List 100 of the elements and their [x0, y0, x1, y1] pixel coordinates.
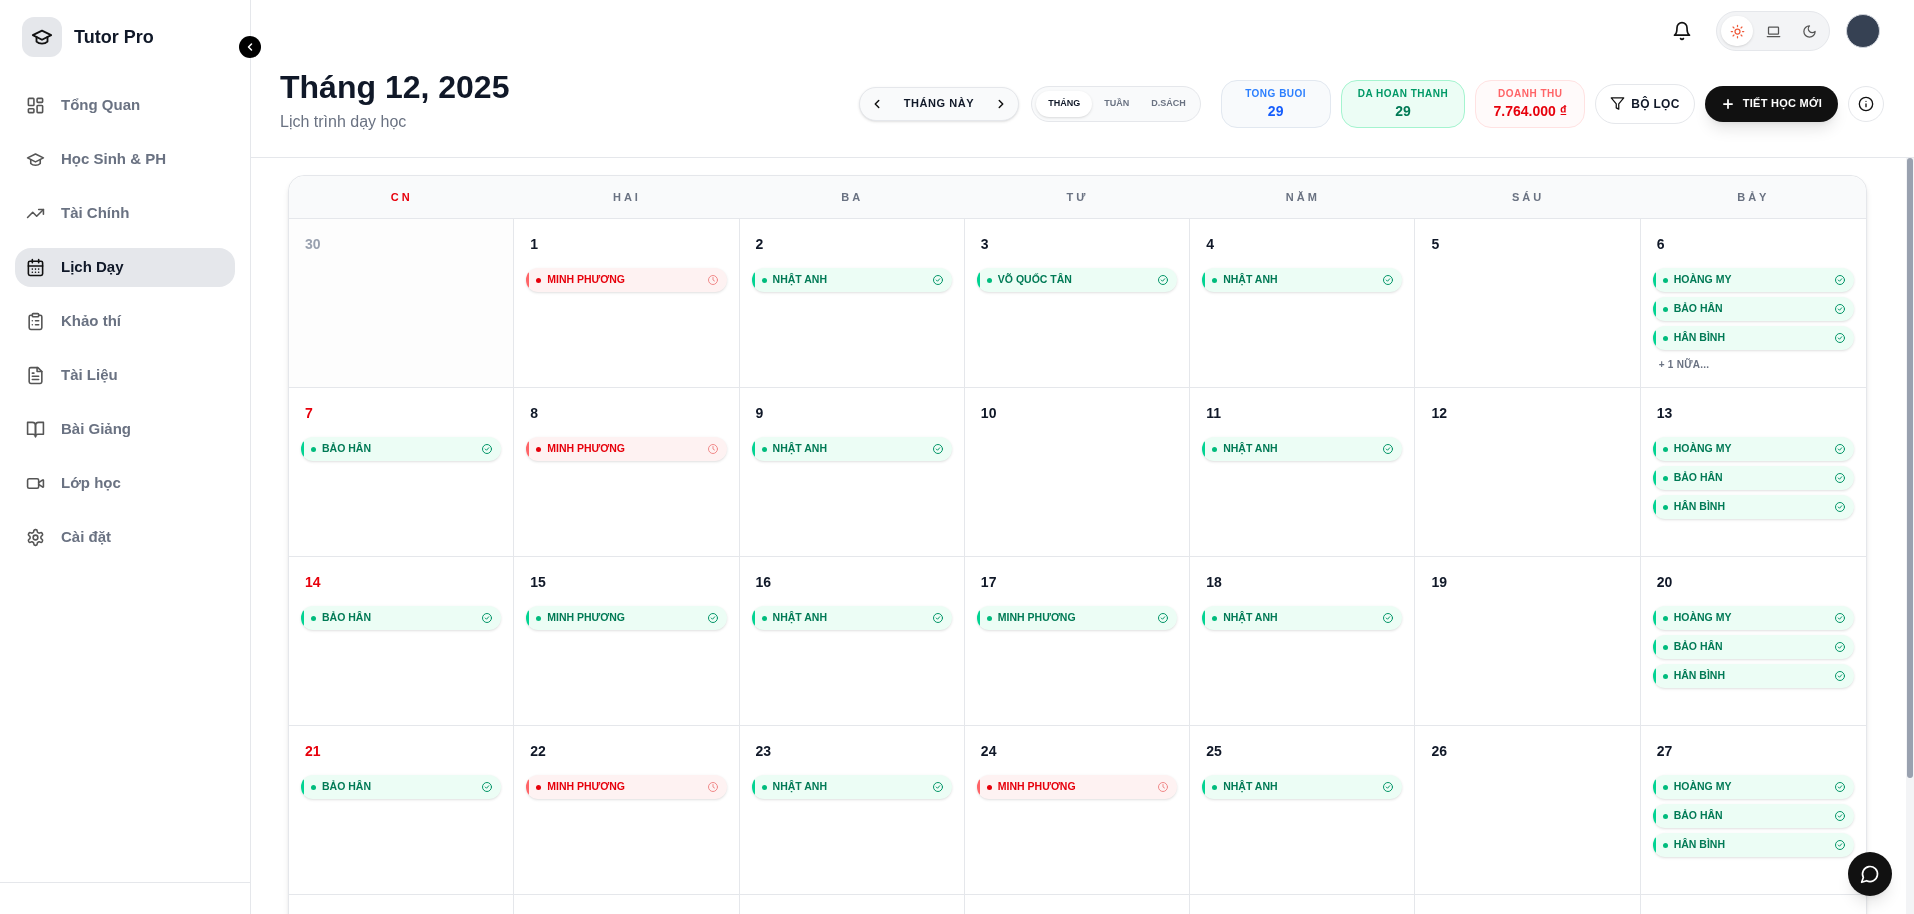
lesson-chip[interactable]: BẢO HÂN: [1652, 297, 1854, 321]
student-name: MINH PHƯƠNG: [547, 610, 627, 626]
check-circle-icon: [1834, 781, 1846, 793]
view-tab[interactable]: TUẦN: [1094, 90, 1140, 117]
student-name: MINH PHƯƠNG: [997, 779, 1077, 795]
student-name: MINH PHƯƠNG: [547, 779, 627, 795]
stat-value: 29: [1395, 101, 1411, 121]
check-circle-icon: [1834, 810, 1846, 822]
sidebar-item[interactable]: Tài Chính: [15, 194, 235, 233]
check-circle-icon: [1834, 641, 1846, 653]
lesson-chip[interactable]: HÂN BÌNH: [1652, 326, 1854, 350]
lesson-chip[interactable]: BẢO HÂN: [1652, 635, 1854, 659]
more-lessons-link[interactable]: + 1 NỮA...: [1652, 357, 1854, 372]
current-month-button[interactable]: THÁNG NÀY: [897, 95, 981, 112]
lesson-chip[interactable]: HOÀNG MY: [1652, 606, 1854, 630]
day-number: 22: [529, 742, 547, 761]
check-circle-icon: [1834, 501, 1846, 513]
lesson-chip[interactable]: BẢO HÂN: [301, 437, 502, 461]
day-number: 18: [1205, 573, 1223, 592]
check-circle-icon: [481, 443, 494, 455]
day-number: 6: [1655, 235, 1666, 254]
lesson-chip[interactable]: NHẬT ANH: [1202, 268, 1403, 292]
clock-icon: [706, 274, 719, 286]
check-circle-icon: [1834, 303, 1846, 315]
sidebar-item[interactable]: Lớp học: [15, 464, 235, 503]
day-number: 17: [979, 573, 998, 592]
check-circle-icon: [931, 274, 944, 286]
chat-button[interactable]: [1848, 852, 1892, 896]
check-circle-icon: [931, 443, 944, 455]
lesson-chip[interactable]: BẢO HÂN: [1652, 466, 1854, 490]
student-name: BẢO HÂN: [1673, 301, 1724, 317]
sidebar-item[interactable]: Tổng Quan: [15, 86, 235, 125]
lesson-chip[interactable]: HOÀNG MY: [1652, 437, 1854, 461]
lesson-chip[interactable]: NHẬT ANH: [751, 437, 952, 461]
lesson-chip[interactable]: BẢO HÂN: [1652, 804, 1854, 828]
lesson-chip[interactable]: HÂN BÌNH: [1652, 664, 1854, 688]
view-tab[interactable]: THÁNG: [1036, 90, 1093, 117]
lesson-chip[interactable]: BẢO HÂN: [301, 606, 502, 630]
lesson-chip[interactable]: NHẬT ANH: [751, 268, 952, 292]
lesson-chip[interactable]: NHẬT ANH: [751, 775, 952, 799]
lesson-chip[interactable]: MINH PHƯƠNG: [526, 268, 727, 292]
new-lesson-button[interactable]: TIẾT HỌC MỚI: [1704, 85, 1838, 122]
student-name: HÂN BÌNH: [1673, 837, 1727, 853]
sidebar-item[interactable]: Tài Liệu: [15, 356, 235, 395]
lesson-chip[interactable]: HÂN BÌNH: [1652, 833, 1854, 857]
lesson-chip[interactable]: MINH PHƯƠNG: [976, 775, 1178, 799]
student-name: NHẬT ANH: [772, 779, 828, 795]
lesson-chip[interactable]: MINH PHƯƠNG: [526, 437, 727, 461]
clock-icon: [706, 781, 719, 793]
weekday-header: BA: [841, 189, 864, 205]
notification-bell-icon[interactable]: [1672, 21, 1692, 41]
day-number: 1: [529, 235, 540, 254]
day-number: 14: [304, 573, 322, 592]
lesson-chip[interactable]: HOÀNG MY: [1652, 775, 1854, 799]
check-circle-icon: [1834, 472, 1846, 484]
check-circle-icon: [1382, 274, 1395, 286]
lesson-chip[interactable]: MINH PHƯƠNG: [526, 606, 727, 630]
lesson-chip[interactable]: NHẬT ANH: [1202, 437, 1403, 461]
scrollbar[interactable]: [1906, 158, 1914, 914]
lesson-chip[interactable]: HÂN BÌNH: [1652, 495, 1854, 519]
weekday-header: HAI: [612, 189, 641, 205]
sun-icon[interactable]: [1721, 16, 1753, 46]
lesson-chip[interactable]: HOÀNG MY: [1652, 268, 1854, 292]
avatar[interactable]: [1846, 14, 1880, 48]
student-name: BẢO HÂN: [322, 441, 372, 457]
check-circle-icon: [481, 781, 494, 793]
grid-icon: [26, 96, 45, 115]
student-name: HOÀNG MY: [1673, 610, 1733, 626]
document-icon: [26, 366, 45, 385]
view-tab[interactable]: D.SÁCH: [1141, 90, 1196, 117]
sidebar-item[interactable]: Khảo thí: [15, 302, 235, 341]
sidebar-item[interactable]: Lịch Dạy: [15, 248, 235, 287]
student-name: BẢO HÂN: [1673, 470, 1724, 486]
collapse-button[interactable]: [239, 36, 261, 58]
day-number: 19: [1430, 573, 1448, 592]
sidebar-item[interactable]: Bài Giảng: [15, 410, 235, 449]
check-circle-icon: [1834, 332, 1846, 344]
student-name: NHẬT ANH: [772, 441, 828, 457]
info-button[interactable]: [1848, 85, 1884, 122]
weekday-header: BẢY: [1737, 189, 1770, 205]
stat-label: DOANH THU: [1498, 86, 1563, 101]
lesson-chip[interactable]: NHẬT ANH: [1202, 606, 1403, 630]
day-number: 25: [1205, 742, 1223, 761]
lesson-chip[interactable]: MINH PHƯƠNG: [976, 606, 1178, 630]
day-number: 24: [979, 742, 998, 761]
sidebar-item[interactable]: Học Sinh & PH: [15, 140, 235, 179]
lesson-chip[interactable]: BẢO HÂN: [301, 775, 502, 799]
student-name: BẢO HÂN: [322, 779, 372, 795]
check-circle-icon: [481, 612, 494, 624]
lesson-chip[interactable]: VÕ QUỐC TÂN: [976, 268, 1178, 292]
filter-button[interactable]: BỘ LỌC: [1595, 83, 1695, 124]
student-name: NHẬT ANH: [1223, 610, 1279, 626]
sidebar-item[interactable]: Cài đặt: [15, 518, 235, 557]
settings-icon: [26, 528, 45, 547]
day-number: 10: [979, 404, 998, 423]
day-number: 20: [1655, 573, 1674, 592]
lesson-chip[interactable]: NHẬT ANH: [1202, 775, 1403, 799]
lesson-chip[interactable]: NHẬT ANH: [751, 606, 952, 630]
plus-icon: [1720, 96, 1735, 111]
lesson-chip[interactable]: MINH PHƯƠNG: [526, 775, 727, 799]
